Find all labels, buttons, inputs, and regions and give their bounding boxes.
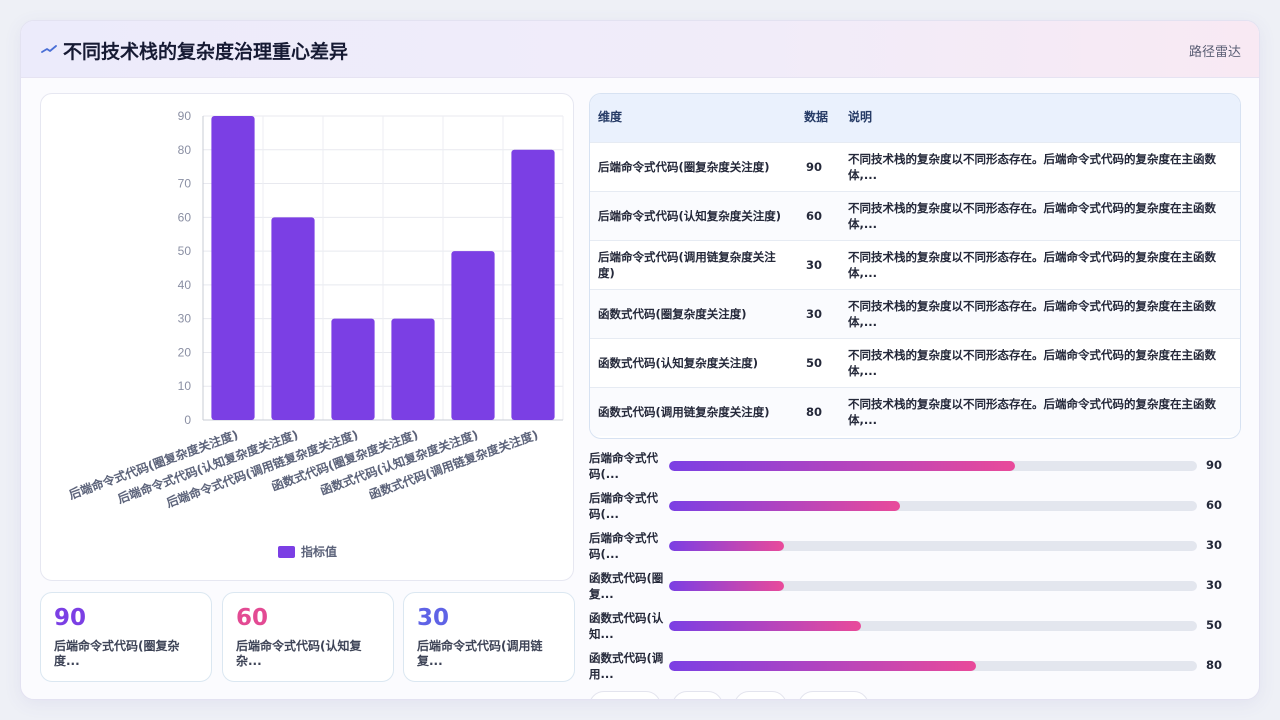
progress-track: [669, 541, 1197, 551]
progress-value: 50: [1206, 618, 1223, 632]
filter-pill[interactable]: [589, 691, 661, 699]
cell-value: 30: [798, 239, 840, 289]
table-row[interactable]: 后端命令式代码(认知复杂度关注度) 60 不同技术栈的复杂度以不同形态存在。后端…: [590, 190, 1240, 240]
table-header-row: 维度 数据 说明: [590, 94, 1240, 142]
progress-track: [669, 581, 1197, 591]
cell-dimension: 后端命令式代码(调用链复杂度关注度): [590, 239, 798, 289]
cell-description: 不同技术栈的复杂度以不同形态存在。后端命令式代码的复杂度在主函数体,...: [840, 239, 1240, 289]
progress-label: 函数式代码(认知...: [589, 611, 664, 641]
stat-label: 后端命令式代码(认知复杂...: [236, 639, 362, 668]
cell-description: 不同技术栈的复杂度以不同形态存在。后端命令式代码的复杂度在主函数体,...: [840, 190, 1240, 240]
progress-track: [669, 501, 1197, 511]
progress-label: 后端命令式代码(...: [589, 451, 658, 481]
table-row[interactable]: 函数式代码(圈复杂度关注度) 30 不同技术栈的复杂度以不同形态存在。后端命令式…: [590, 288, 1240, 338]
filter-pill[interactable]: [734, 691, 787, 699]
page-title: 不同技术栈的复杂度治理重心差异: [63, 41, 349, 63]
data-table: 维度 数据 说明 后端命令式代码(圈复杂度关注度) 90 不同技术栈的复杂度以不…: [590, 94, 1240, 436]
progress-fill: [669, 621, 862, 631]
legend-swatch: [278, 546, 295, 558]
y-tick-label: 50: [178, 244, 192, 258]
stat-card: 30 后端命令式代码(调用链复...: [403, 592, 575, 682]
stat-value: 30: [417, 605, 450, 631]
progress-row: 函数式代码(调用... 80: [589, 650, 1249, 682]
bar: [211, 116, 255, 420]
y-tick-label: 70: [178, 177, 192, 191]
column-header-dimension[interactable]: 维度: [590, 94, 798, 142]
progress-fill: [669, 461, 1015, 471]
y-tick-label: 10: [178, 379, 192, 393]
progress-row: 函数式代码(认知... 50: [589, 610, 1249, 642]
bar: [271, 217, 315, 420]
stat-card: 90 后端命令式代码(圈复杂度...: [40, 592, 212, 682]
cell-dimension: 后端命令式代码(圈复杂度关注度): [590, 141, 798, 191]
cell-value: 30: [798, 288, 840, 338]
filter-pill[interactable]: [798, 691, 869, 699]
trend-line-icon: [41, 45, 57, 53]
stat-value: 90: [54, 605, 87, 631]
header-bar: 不同技术栈的复杂度治理重心差异 路径雷达: [21, 21, 1259, 78]
table-row[interactable]: 函数式代码(调用链复杂度关注度) 80 不同技术栈的复杂度以不同形态存在。后端命…: [590, 386, 1240, 436]
stat-card: 60 后端命令式代码(认知复杂...: [222, 592, 394, 682]
table-row[interactable]: 后端命令式代码(圈复杂度关注度) 90 不同技术栈的复杂度以不同形态存在。后端命…: [590, 141, 1240, 191]
data-table-panel: 维度 数据 说明 后端命令式代码(圈复杂度关注度) 90 不同技术栈的复杂度以不…: [589, 93, 1241, 439]
y-tick-label: 90: [178, 109, 192, 123]
column-header-description[interactable]: 说明: [840, 94, 1240, 142]
cell-description: 不同技术栈的复杂度以不同形态存在。后端命令式代码的复杂度在主函数体,...: [840, 386, 1240, 436]
cell-description: 不同技术栈的复杂度以不同形态存在。后端命令式代码的复杂度在主函数体,...: [840, 337, 1240, 387]
progress-value: 80: [1206, 658, 1223, 672]
dashboard-card: 不同技术栈的复杂度治理重心差异 路径雷达 0 10 20 30 40 50 60 70 80 90…: [20, 20, 1260, 700]
legend-label: 指标值: [301, 544, 337, 559]
cell-value: 90: [798, 141, 840, 191]
bar-chart: 0102030405060708090后端命令式代码(圈复杂度关注度)后端命令式…: [67, 109, 564, 559]
table-row[interactable]: 函数式代码(认知复杂度关注度) 50 不同技术栈的复杂度以不同形态存在。后端命令…: [590, 337, 1240, 387]
bar: [451, 251, 495, 420]
progress-row: 后端命令式代码(... 30: [589, 530, 1249, 562]
y-tick-label: 30: [178, 312, 192, 326]
table-row[interactable]: 后端命令式代码(调用链复杂度关注度) 30 不同技术栈的复杂度以不同形态存在。后…: [590, 239, 1240, 289]
progress-label: 后端命令式代码(...: [589, 531, 658, 561]
y-tick-label: 0: [184, 413, 191, 427]
cell-value: 60: [798, 190, 840, 240]
cell-dimension: 函数式代码(调用链复杂度关注度): [590, 386, 798, 436]
y-tick-label: 40: [178, 278, 192, 292]
y-tick-label: 20: [178, 345, 192, 359]
stat-label: 后端命令式代码(调用链复...: [417, 639, 543, 668]
progress-row: 后端命令式代码(... 90: [589, 450, 1249, 482]
progress-fill: [669, 541, 785, 551]
column-header-data[interactable]: 数据: [798, 94, 840, 142]
cell-value: 50: [798, 337, 840, 387]
progress-track: [669, 621, 1197, 631]
bar: [511, 149, 555, 420]
bar-chart-panel: 0 10 20 30 40 50 60 70 80 90 后端命令式代码(圈复杂度关注度) 后端命令式…: [40, 93, 574, 581]
progress-value: 60: [1206, 498, 1223, 512]
filter-pill[interactable]: [672, 691, 723, 699]
bar: [331, 318, 375, 420]
progress-value: 30: [1206, 578, 1223, 592]
cell-dimension: 函数式代码(圈复杂度关注度): [590, 288, 798, 338]
progress-track: [669, 661, 1197, 671]
progress-value: 30: [1206, 538, 1223, 552]
progress-track: [669, 461, 1197, 471]
progress-fill: [669, 661, 977, 671]
progress-label: 函数式代码(调用...: [589, 651, 664, 681]
cell-description: 不同技术栈的复杂度以不同形态存在。后端命令式代码的复杂度在主函数体,...: [840, 288, 1240, 338]
cell-description: 不同技术栈的复杂度以不同形态存在。后端命令式代码的复杂度在主函数体,...: [840, 141, 1240, 191]
y-tick-label: 80: [178, 143, 192, 157]
stat-label: 后端命令式代码(圈复杂度...: [54, 639, 180, 668]
stat-value: 60: [236, 605, 269, 631]
progress-label: 后端命令式代码(...: [589, 491, 658, 521]
cell-dimension: 后端命令式代码(认知复杂度关注度): [590, 190, 798, 240]
progress-value: 90: [1206, 458, 1223, 472]
cell-value: 80: [798, 386, 840, 436]
cell-dimension: 函数式代码(认知复杂度关注度): [590, 337, 798, 387]
progress-row: 函数式代码(圈复... 30: [589, 570, 1249, 602]
progress-fill: [669, 581, 785, 591]
progress-fill: [669, 501, 900, 511]
bar: [391, 318, 435, 420]
y-tick-label: 60: [178, 210, 192, 224]
progress-label: 函数式代码(圈复...: [589, 571, 664, 601]
progress-row: 后端命令式代码(... 60: [589, 490, 1249, 522]
header-tag[interactable]: 路径雷达: [1189, 41, 1241, 60]
